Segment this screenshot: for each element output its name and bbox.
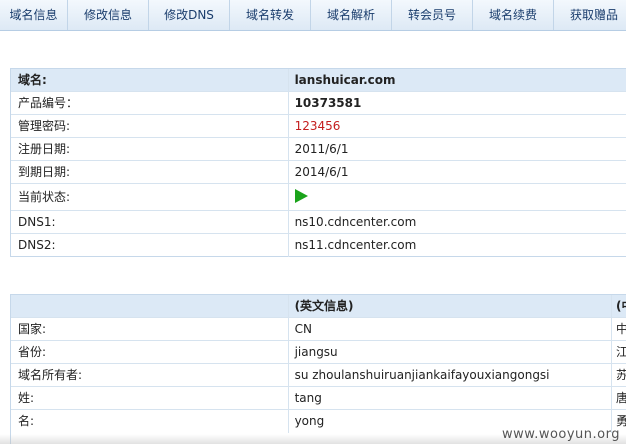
product-id-label: 产品编号： [11,92,289,114]
status-value [289,184,626,210]
table-row: 到期日期: 2014/6/1 [11,161,626,184]
tab-domain-resolve[interactable]: 域名解析 [311,0,392,30]
table-row: DNS1: ns10.cdncenter.com [11,211,626,234]
dns2-label: DNS2: [11,234,289,257]
dns2-value: ns11.cdncenter.com [294,238,417,252]
province-english: jiangsu [289,341,613,363]
table-row: 域名所有者: su zhoulanshuiruanjiankaifayouxia… [11,364,626,387]
tab-modify-info[interactable]: 修改信息 [68,0,149,30]
table-row: 管理密码: 123456 [11,115,626,138]
register-date-value: 2011/6/1 [294,142,349,156]
surname-english: tang [289,387,613,409]
owner-chinese: 苏 [616,368,626,382]
given-name-label: 名: [11,410,289,433]
surname-chinese: 唐 [616,391,626,405]
table-header-row: (英文信息) (中 [11,295,626,318]
table-row: 省份: jiangsu 江 [11,341,626,364]
table-row: 姓: tang 唐 [11,387,626,410]
expire-date-label: 到期日期: [11,161,289,183]
province-label: 省份: [11,341,289,363]
table-row: 当前状态: [11,184,626,211]
country-chinese: 中 [616,322,626,336]
table-row: 注册日期: 2011/6/1 [11,138,626,161]
dns1-label: DNS1: [11,211,289,233]
chinese-info-header: (中 [616,299,626,313]
owner-english: su zhoulanshuiruanjiankaifayouxiangongsi [289,364,613,386]
tab-domain-info[interactable]: 域名信息 [0,0,68,30]
table-row: DNS2: ns11.cdncenter.com [11,234,626,257]
tab-get-gift[interactable]: 获取赠品 [554,0,626,30]
country-label: 国家: [11,318,289,340]
watermark: www.wooyun.org [501,427,620,442]
dns1-value: ns10.cdncenter.com [294,215,417,229]
table-row: 国家: CN 中 [11,318,626,341]
domain-info-table: 域名: lanshuicar.com 产品编号： 10373581 管理密码: … [10,68,626,257]
tab-bar: 域名信息 修改信息 修改DNS 域名转发 域名解析 转会员号 域名续费 获取赠品 [0,0,626,31]
domain-label: 域名: [11,69,289,91]
expire-date-value: 2014/6/1 [294,165,349,179]
password-value: 123456 [294,119,341,133]
product-id-value: 10373581 [294,96,362,110]
owner-info-table: (英文信息) (中 国家: CN 中 省份: jiangsu 江 域名所有者: … [10,294,626,444]
surname-label: 姓: [11,387,289,409]
domain-name-value: lanshuicar.com [294,73,396,87]
english-info-header: (英文信息) [289,295,613,317]
status-label: 当前状态: [11,184,289,210]
table-row: 产品编号： 10373581 [11,92,626,115]
country-english: CN [289,318,613,340]
table-header-row: 域名: lanshuicar.com [11,69,626,92]
owner-header-label [11,295,289,317]
tab-domain-forward[interactable]: 域名转发 [230,0,311,30]
tab-domain-renew[interactable]: 域名续费 [473,0,554,30]
owner-label: 域名所有者: [11,364,289,386]
play-icon [294,189,308,203]
province-chinese: 江 [616,345,626,359]
password-label: 管理密码: [11,115,289,137]
tab-transfer-member[interactable]: 转会员号 [392,0,473,30]
tab-modify-dns[interactable]: 修改DNS [149,0,230,30]
register-date-label: 注册日期: [11,138,289,160]
